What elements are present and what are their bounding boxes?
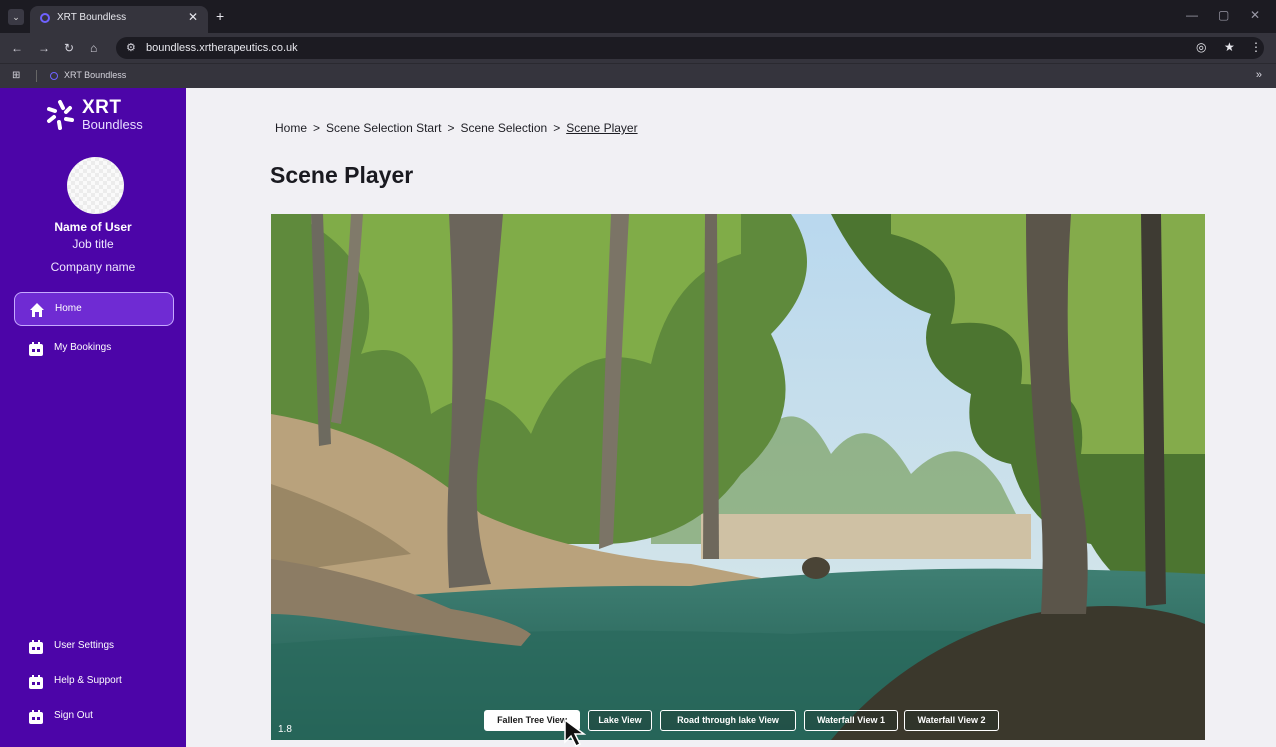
sidebar-item-help-support[interactable]: Help & Support	[14, 665, 174, 699]
scene-button-waterfall-view-2[interactable]: Waterfall View 2	[904, 710, 999, 731]
mouse-cursor-icon	[564, 718, 587, 747]
tab-title: XRT Boundless	[57, 12, 127, 23]
forest-lake-scene	[271, 214, 1205, 740]
breadcrumb-scene-selection-start[interactable]: Scene Selection Start	[326, 121, 441, 135]
bookmarks-more-icon[interactable]: »	[1256, 69, 1262, 81]
forward-icon[interactable]: →	[38, 41, 50, 55]
bookmark-star-icon[interactable]: ★	[1224, 40, 1235, 54]
url-field[interactable]: ⚙ boundless.xrtherapeutics.co.uk ◎ ★ ⋮	[116, 37, 1264, 59]
sidebar-item-label: Home	[55, 303, 82, 314]
user-job-title: Job title	[72, 237, 114, 251]
scene-player[interactable]: Fallen Tree View Lake View Road through …	[271, 214, 1205, 740]
tab-close-icon[interactable]: ✕	[188, 10, 198, 24]
eye-off-icon[interactable]: ◎	[1196, 40, 1206, 54]
home-page-icon[interactable]: ⌂	[90, 41, 97, 55]
logo-subtitle: Boundless	[82, 117, 143, 132]
address-bar-row: ← → ↻ ⌂ ⚙ boundless.xrtherapeutics.co.uk…	[0, 33, 1276, 63]
sidebar: XRT Boundless Name of User Job title Com…	[0, 88, 186, 747]
sidebar-item-label: Help & Support	[54, 675, 122, 686]
url-text: boundless.xrtherapeutics.co.uk	[146, 42, 298, 54]
avatar[interactable]	[67, 157, 124, 214]
browser-tab[interactable]: XRT Boundless ✕	[30, 6, 208, 33]
home-icon	[30, 303, 44, 317]
scene-button-bar: Fallen Tree View Lake View Road through …	[271, 710, 1205, 732]
bookmark-divider	[36, 70, 37, 82]
sidebar-item-label: My Bookings	[54, 342, 112, 353]
sidebar-item-user-settings[interactable]: User Settings	[14, 630, 174, 664]
sidebar-item-my-bookings[interactable]: My Bookings	[14, 332, 174, 366]
reload-icon[interactable]: ↻	[64, 41, 74, 55]
sidebar-item-sign-out[interactable]: Sign Out	[14, 700, 174, 734]
user-company: Company name	[50, 260, 136, 274]
calendar-icon	[29, 342, 43, 356]
version-label: 1.8	[278, 724, 292, 735]
page-title: Scene Player	[270, 162, 414, 188]
new-tab-icon[interactable]: +	[216, 8, 224, 24]
scene-button-lake-view[interactable]: Lake View	[588, 710, 652, 731]
favicon-icon	[40, 13, 50, 23]
calendar-icon	[29, 640, 43, 654]
calendar-icon	[29, 710, 43, 724]
scene-button-road-through-lake-view[interactable]: Road through lake View	[660, 710, 796, 731]
breadcrumb-scene-selection[interactable]: Scene Selection	[460, 121, 547, 135]
scene-button-waterfall-view-1[interactable]: Waterfall View 1	[804, 710, 898, 731]
bookmark-item[interactable]: XRT Boundless	[64, 70, 126, 80]
user-name: Name of User	[54, 220, 132, 234]
logo-word: XRT	[82, 97, 122, 118]
breadcrumb-separator: >	[447, 121, 455, 135]
back-icon[interactable]: ←	[11, 41, 23, 55]
menu-icon[interactable]: ⋮	[1250, 40, 1262, 54]
breadcrumb: Home > Scene Selection Start > Scene Selecti…	[275, 121, 638, 135]
sidebar-item-label: User Settings	[54, 640, 115, 651]
logo-mark-icon	[47, 100, 74, 130]
close-window-icon[interactable]: ✕	[1250, 8, 1260, 22]
site-settings-icon[interactable]: ⚙	[126, 41, 136, 54]
breadcrumb-separator: >	[553, 121, 561, 135]
sidebar-item-home[interactable]: Home	[14, 292, 174, 326]
calendar-icon	[29, 675, 43, 689]
browser-tab-bar: ⌄ XRT Boundless ✕ + — ▢ ✕	[0, 0, 1276, 33]
breadcrumb-home[interactable]: Home	[275, 121, 307, 135]
minimize-icon[interactable]: —	[1186, 8, 1198, 22]
apps-grid-icon[interactable]: ⊞	[12, 70, 20, 81]
bookmark-favicon-icon	[50, 72, 58, 80]
breadcrumb-separator: >	[313, 121, 321, 135]
logo[interactable]: XRT Boundless	[44, 96, 154, 136]
breadcrumb-scene-player[interactable]: Scene Player	[566, 121, 637, 135]
maximize-icon[interactable]: ▢	[1218, 8, 1229, 22]
bookmarks-bar: ⊞ XRT Boundless »	[0, 63, 1276, 88]
tab-search-icon[interactable]: ⌄	[8, 9, 24, 25]
sidebar-item-label: Sign Out	[54, 710, 93, 721]
